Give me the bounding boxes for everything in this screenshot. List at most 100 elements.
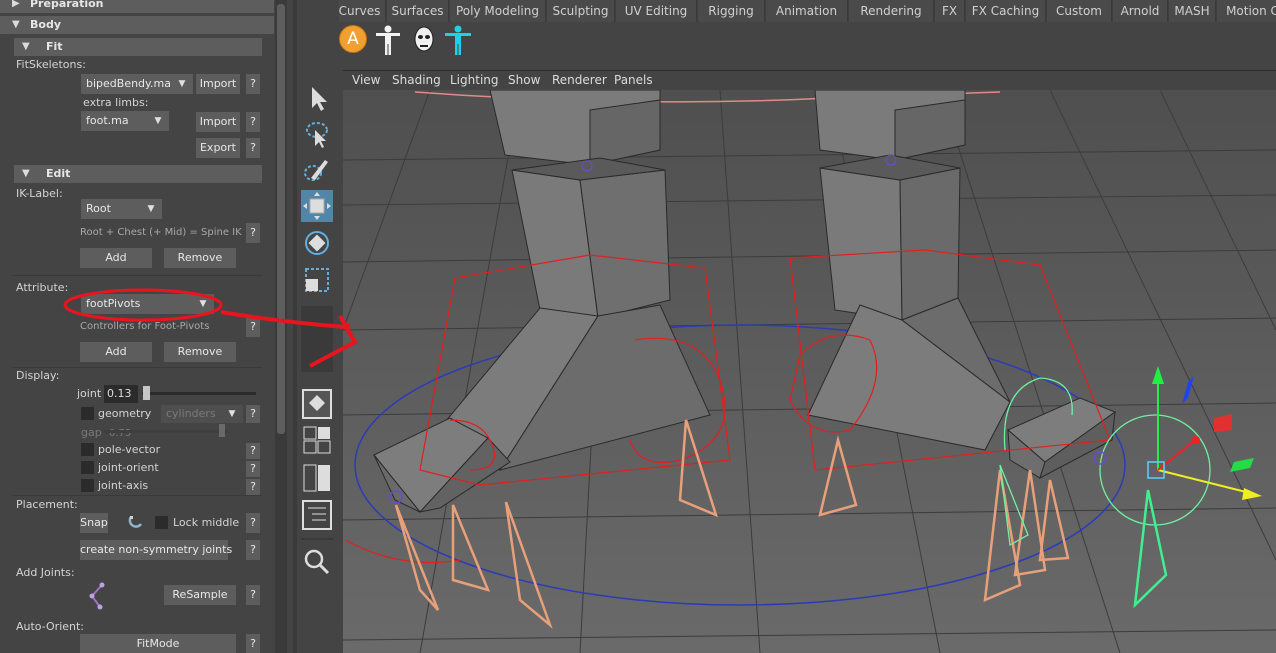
move-tool[interactable] [301,190,333,222]
ik-help-button[interactable]: ? [246,223,260,243]
export-help-button[interactable]: ? [246,138,260,158]
four-view-layout-icon[interactable] [301,424,333,456]
attribute-select[interactable]: footPivots ▼ [81,294,214,314]
search-icon[interactable] [301,546,333,578]
attribute-add-button[interactable]: Add [80,342,152,362]
geometry-type-select[interactable]: cylinders ▼ [161,405,243,423]
add-joints-label: Add Joints: [16,566,75,579]
shelf-tab-arnold[interactable]: Arnold [1113,0,1168,22]
divider [12,275,262,276]
panel-scrollbar[interactable] [275,0,287,653]
joint-size-slider[interactable] [142,392,256,395]
gap-slider-handle[interactable] [219,424,225,437]
shelf-tab-motion-c[interactable]: Motion C [1217,0,1276,22]
shelf-tab-fx[interactable]: FX [935,0,965,22]
placement-help-button[interactable]: ? [246,513,260,533]
shelf-tab-sculpting[interactable]: Sculpting [547,0,615,22]
scale-tool-icon[interactable] [301,264,333,296]
non-symmetry-help-button[interactable]: ? [246,540,260,560]
shelf-tab-custom[interactable]: Custom [1047,0,1112,22]
ik-label-select[interactable]: Root ▼ [81,199,162,219]
scrollbar-thumb[interactable] [277,4,285,434]
two-view-layout-icon[interactable] [301,462,333,494]
attribute-hint-text: Controllers for Foot-Pivots [80,321,210,332]
snap-button[interactable]: Snap [80,513,108,533]
viewport-menu-shading[interactable]: Shading [392,73,441,87]
fit-skeletons-label: FitSkeletons: [16,58,86,71]
edit-header-label: Edit [46,167,71,180]
geometry-label: geometry [98,407,152,420]
geometry-type-value: cylinders [166,407,216,420]
fit-section-header[interactable]: ▼ Fit [14,38,262,56]
ik-add-button[interactable]: Add [80,248,152,268]
face-rig-icon[interactable] [410,24,438,56]
preparation-section-header[interactable]: ▶ Preparation [0,0,274,13]
lock-middle-checkbox[interactable] [155,516,168,529]
extra-limbs-help-button[interactable]: ? [246,112,260,132]
shelf-tab-uv-editing[interactable]: UV Editing [616,0,697,22]
import-limbs-button[interactable]: Import [196,112,240,132]
resample-button[interactable]: ReSample [164,585,236,605]
joint-size-slider-handle[interactable] [143,386,150,400]
asset-icon[interactable]: A [339,25,367,53]
shelf-tab-curves[interactable]: Curves [334,0,386,22]
magnet-icon[interactable] [127,514,147,532]
create-non-symmetry-joints-button[interactable]: create non-symmetry joints [80,540,232,560]
shelf-tab-rigging[interactable]: Rigging [698,0,765,22]
tpose-figure-icon[interactable] [442,24,474,56]
viewport-menu-renderer[interactable]: Renderer [552,73,607,87]
rotate-tool-icon[interactable] [301,227,333,259]
viewport-menu-panels[interactable]: Panels [614,73,653,87]
viewport-menu-show[interactable]: Show [508,73,540,87]
shelf-tab-fx-caching[interactable]: FX Caching [966,0,1046,22]
edit-section-header[interactable]: ▼ Edit [14,165,262,183]
attribute-remove-button[interactable]: Remove [164,342,236,362]
outliner-layout-icon[interactable] [301,499,333,531]
joint-chain-icon [89,582,105,610]
geometry-help-button[interactable]: ? [246,405,260,423]
joint-orient-label: joint-orient [98,461,159,474]
shelf-tab-animation[interactable]: Animation [766,0,848,22]
export-button[interactable]: Export [196,138,240,158]
joint-axis-checkbox[interactable] [81,479,94,492]
attribute-help-button[interactable]: ? [246,317,260,337]
extra-limbs-select-value: foot.ma [86,114,129,127]
viewport-menu-view[interactable]: View [352,73,380,87]
joint-axis-label: joint-axis [98,479,149,492]
shelf-tab-rendering[interactable]: Rendering [849,0,934,22]
pole-vector-checkbox[interactable] [81,443,94,456]
attribute-select-value: footPivots [86,297,141,310]
shelf-tab-surfaces[interactable]: Surfaces [387,0,449,22]
viewport-menu-lighting[interactable]: Lighting [450,73,499,87]
joint-size-field[interactable]: 0.13 [104,385,138,403]
body-section-header[interactable]: ▼ Body [0,16,274,34]
import-skeleton-button[interactable]: Import [196,74,240,94]
pole-vector-help-button[interactable]: ? [246,443,260,459]
paint-select-tool-icon[interactable] [301,154,333,186]
shelf-tab-mash[interactable]: MASH [1169,0,1216,22]
select-tool-icon[interactable] [301,82,333,114]
chevron-down-icon: ▼ [147,204,155,214]
lasso-tool-icon[interactable] [301,118,333,150]
ik-remove-button[interactable]: Remove [164,248,236,268]
skeleton-select[interactable]: bipedBendy.ma ▼ [81,74,193,94]
display-label: Display: [16,369,60,382]
joint-axis-help-button[interactable]: ? [246,479,260,495]
3d-viewport[interactable] [343,90,1276,653]
gap-slider[interactable] [104,430,228,433]
shelf-tab-poly-modeling[interactable]: Poly Modeling [450,0,546,22]
extra-limbs-select[interactable]: foot.ma ▼ [81,111,169,131]
fit-skeletons-help-button[interactable]: ? [246,74,260,94]
geometry-checkbox[interactable] [81,407,94,420]
resample-help-button[interactable]: ? [246,585,260,605]
fitmode-help-button[interactable]: ? [246,634,260,653]
chevron-down-icon: ▼ [228,409,236,419]
skeleton-figure-icon[interactable] [372,24,404,56]
joint-orient-help-button[interactable]: ? [246,461,260,477]
joint-orient-checkbox[interactable] [81,461,94,474]
body-header-label: Body [30,18,61,31]
single-perspective-layout-icon[interactable] [301,388,333,420]
fitmode-button[interactable]: FitMode [80,634,236,653]
attribute-label: Attribute: [16,281,69,294]
shelf-tab-bar: Curves Surfaces Poly Modeling Sculpting UV E… [334,0,1276,22]
